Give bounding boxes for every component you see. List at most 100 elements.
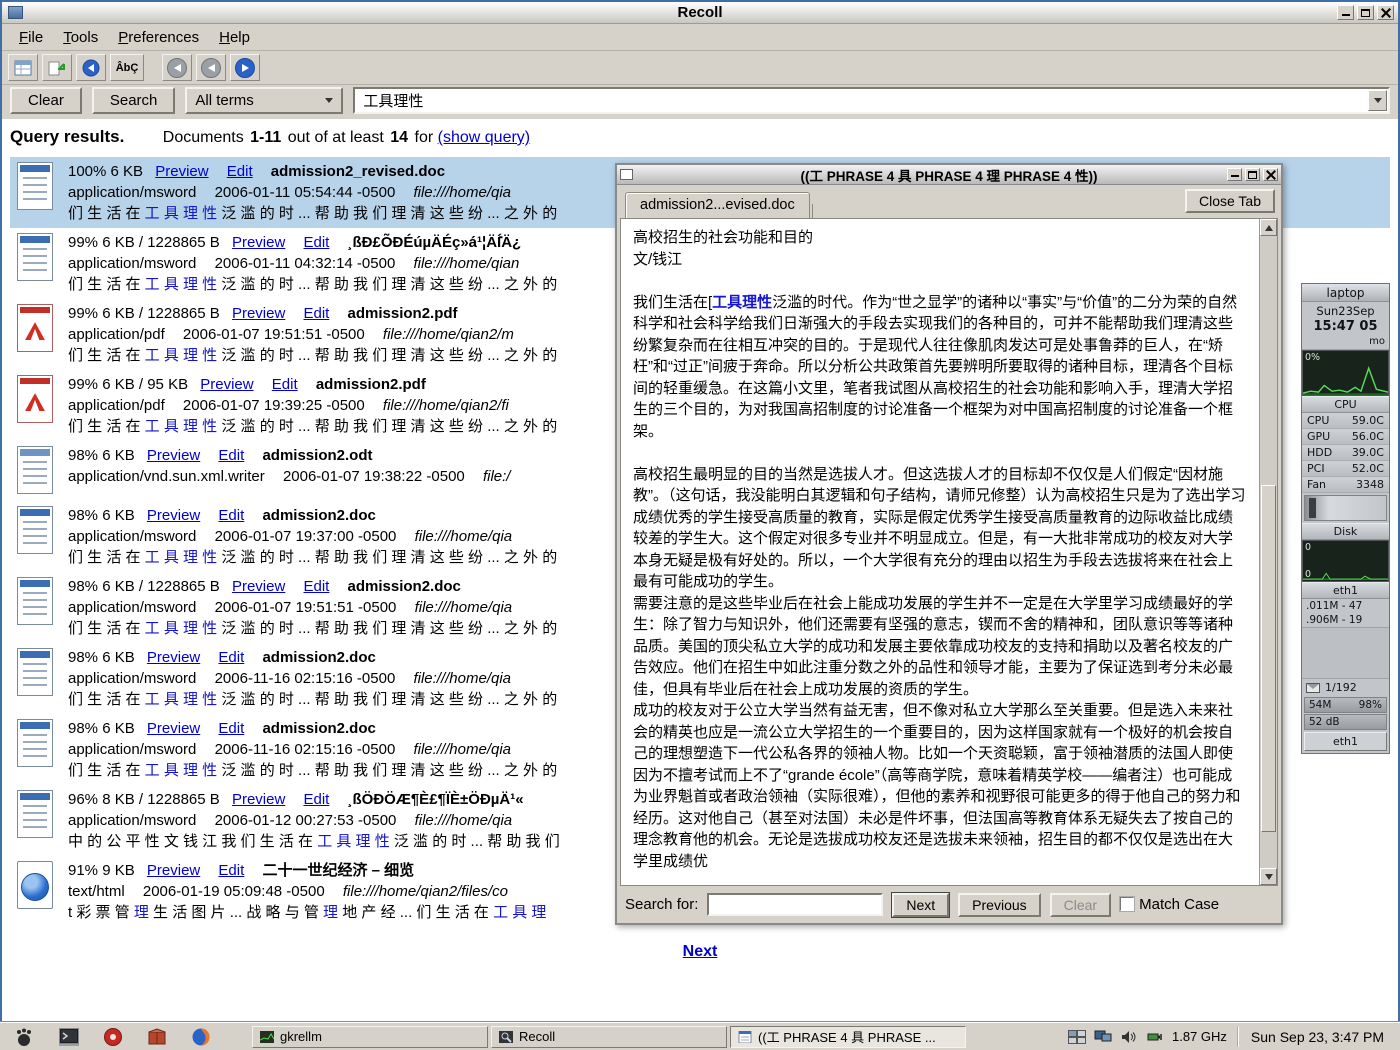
close-button[interactable] — [1377, 5, 1394, 20]
result-edit-link[interactable]: Edit — [218, 507, 244, 524]
search-mode-value: All terms — [195, 92, 253, 109]
close-tab-button[interactable]: Close Tab — [1185, 189, 1275, 213]
preview-close-button[interactable] — [1263, 168, 1278, 181]
media-player-launcher[interactable] — [102, 1026, 124, 1048]
result-preview-link[interactable]: Preview — [232, 578, 285, 595]
desktop-menu-launcher[interactable] — [14, 1026, 36, 1048]
find-clear-button[interactable]: Clear — [1050, 893, 1111, 917]
result-edit-link[interactable]: Edit — [218, 862, 244, 879]
match-case-control[interactable]: Match Case — [1120, 896, 1219, 913]
result-edit-link[interactable]: Edit — [218, 447, 244, 464]
prev-page-button[interactable] — [196, 54, 226, 81]
red-disc-icon — [103, 1027, 123, 1047]
result-edit-link[interactable]: Edit — [218, 649, 244, 666]
cpu-chart-label: 0% — [1305, 352, 1320, 363]
timer-button[interactable]: eth1 — [1304, 732, 1387, 751]
menu-help[interactable]: Help — [210, 26, 259, 49]
query-input[interactable]: 工具理性 — [353, 87, 1390, 114]
result-rank-size: 98% 6 KB — [68, 507, 135, 524]
net-tx-text: .906M - 19 — [1302, 613, 1389, 627]
first-page-button[interactable] — [162, 54, 192, 81]
power-applet[interactable] — [1146, 1029, 1164, 1045]
scrollbar-thumb[interactable] — [1261, 485, 1276, 831]
result-edit-link[interactable]: Edit — [272, 376, 298, 393]
result-preview-link[interactable]: Preview — [147, 447, 200, 464]
query-history-dropdown[interactable] — [1368, 90, 1387, 111]
scroll-up-button[interactable] — [1260, 219, 1277, 236]
result-preview-link[interactable]: Preview — [232, 305, 285, 322]
package-launcher[interactable] — [146, 1026, 168, 1048]
minimize-button[interactable] — [1337, 5, 1354, 20]
task-preview[interactable]: ((工 PHRASE 4 具 PHRASE ... — [730, 1026, 966, 1048]
menu-preferences[interactable]: Preferences — [109, 26, 208, 49]
result-edit-link[interactable]: Edit — [303, 305, 329, 322]
gkrellm-hostname: laptop — [1302, 284, 1389, 302]
battery-value: 52 dB — [1309, 716, 1340, 728]
preview-titlebar[interactable]: ((工 PHRASE 4 具 PHRASE 4 理 PHRASE 4 性)) — [617, 165, 1281, 185]
search-button[interactable]: Search — [92, 87, 176, 114]
result-url: file:///home/qian2/m — [383, 326, 514, 343]
result-preview-link[interactable]: Preview — [200, 376, 253, 393]
result-preview-link[interactable]: Preview — [155, 163, 208, 180]
taskbar-clock[interactable]: Sun Sep 23, 3:47 PM — [1237, 1027, 1394, 1047]
preview-minimize-button[interactable] — [1227, 168, 1242, 181]
result-preview-link[interactable]: Preview — [147, 507, 200, 524]
result-edit-link[interactable]: Edit — [227, 163, 253, 180]
result-edit-link[interactable]: Edit — [218, 720, 244, 737]
term-explorer-button[interactable] — [76, 54, 106, 81]
maximize-button[interactable] — [1357, 5, 1374, 20]
result-mime: application/pdf — [68, 397, 165, 414]
show-query-link[interactable]: (show query) — [438, 129, 530, 146]
next-page-button[interactable] — [230, 54, 260, 81]
match-case-checkbox[interactable] — [1120, 897, 1134, 911]
volume-applet[interactable] — [1120, 1029, 1138, 1045]
preview-scrollbar[interactable] — [1259, 219, 1277, 885]
menu-tools[interactable]: Tools — [54, 26, 107, 49]
task-gkrellm[interactable]: gkrellm — [252, 1026, 488, 1048]
result-edit-link[interactable]: Edit — [303, 578, 329, 595]
doc-history-button[interactable] — [8, 54, 38, 81]
clear-button[interactable]: Clear — [10, 87, 82, 114]
minimize-icon — [1342, 14, 1350, 16]
result-title: admission2.doc — [262, 507, 375, 524]
file-type-icon — [14, 374, 56, 426]
result-edit-link[interactable]: Edit — [303, 791, 329, 808]
fan-row: Fan3348 — [1302, 477, 1389, 493]
cpu-frequency: 1.87 GHz — [1172, 1029, 1227, 1044]
maximize-icon — [1248, 171, 1257, 179]
results-header: Query results. Documents 1-11 out of at … — [10, 125, 1390, 157]
gkrellm-task-icon — [260, 1031, 274, 1043]
sort-params-button[interactable] — [42, 54, 72, 81]
pager-applet[interactable] — [1068, 1029, 1086, 1045]
next-results-link[interactable]: Next — [683, 943, 718, 960]
preview-tab[interactable]: admission2...evised.doc — [625, 192, 810, 218]
result-date: 2006-01-07 19:38:22 -0500 — [283, 468, 465, 485]
search-mode-select[interactable]: All terms — [185, 87, 343, 114]
scroll-down-button[interactable] — [1260, 868, 1277, 885]
first-page-icon — [167, 58, 187, 78]
result-date: 2006-01-07 19:37:00 -0500 — [215, 528, 397, 545]
result-preview-link[interactable]: Preview — [147, 720, 200, 737]
task-recoll[interactable]: Recoll — [491, 1026, 727, 1048]
preview-maximize-button[interactable] — [1245, 168, 1260, 181]
result-preview-link[interactable]: Preview — [232, 234, 285, 251]
result-edit-link[interactable]: Edit — [303, 234, 329, 251]
terminal-launcher[interactable] — [58, 1026, 80, 1048]
find-next-button[interactable]: Next — [892, 893, 949, 917]
gkrellm-panel: laptop Sun23Sep 15:47 05 mo 0% CPU CPU59… — [1301, 283, 1390, 754]
result-title: 二十一世纪经济 – 细览 — [262, 862, 414, 879]
window-icon — [8, 6, 23, 19]
display-applet[interactable] — [1094, 1029, 1112, 1045]
titlebar[interactable]: Recoll — [2, 2, 1398, 24]
result-preview-link[interactable]: Preview — [232, 791, 285, 808]
firefox-launcher[interactable] — [190, 1026, 212, 1048]
result-preview-link[interactable]: Preview — [147, 649, 200, 666]
find-previous-button[interactable]: Previous — [958, 893, 1040, 917]
preview-text[interactable]: 高校招生的社会功能和目的文/钱江 我们生活在[工具理性泛滥的时代。作为“世之显学… — [621, 219, 1259, 885]
result-snippet: 们 生 活 在 工 具 理 性 泛 滥 的 时 ... 帮 助 我 们 理 清 … — [68, 760, 557, 781]
find-input[interactable] — [707, 893, 883, 916]
result-preview-link[interactable]: Preview — [147, 862, 200, 879]
menu-file[interactable]: File — [10, 26, 52, 49]
result-snippet: 们 生 活 在 工 具 理 性 泛 滥 的 时 ... 帮 助 我 们 理 清 … — [68, 345, 557, 366]
spell-expand-button[interactable]: ÂbÇ — [110, 54, 144, 81]
